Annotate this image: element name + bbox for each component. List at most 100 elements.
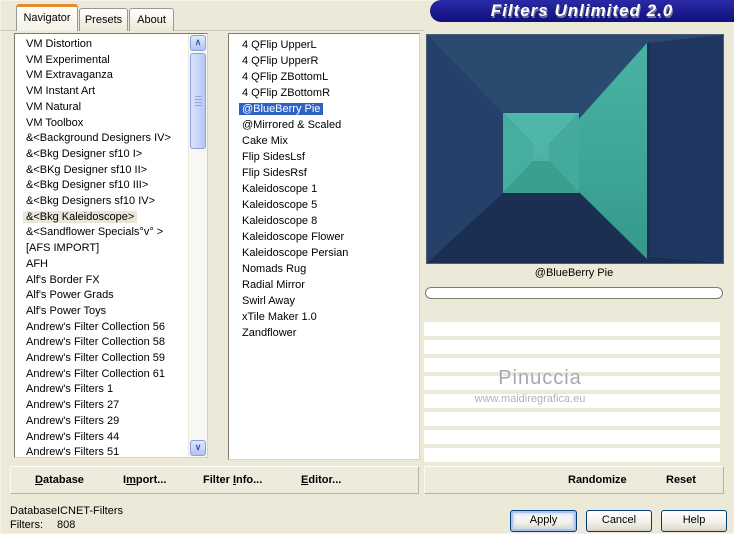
list-item[interactable]: VM Instant Art [23,84,207,100]
list-item[interactable]: xTile Maker 1.0 [239,309,419,325]
list-item[interactable]: Radial Mirror [239,277,419,293]
list-item[interactable]: Zandflower [239,325,419,341]
tab-label: About [137,14,166,26]
list-item-label: Zandflower [242,327,297,339]
chevron-down-icon: ∨ [194,442,202,452]
list-item-label: [AFS IMPORT] [26,242,100,255]
list-item[interactable]: Kaleidoscope 8 [239,213,419,229]
list-item[interactable]: [AFS IMPORT] [23,241,207,257]
list-item[interactable]: Nomads Rug [239,261,419,277]
list-item[interactable]: 4 QFlip UpperR [239,53,419,69]
list-item-label: Andrew's Filters 51 [26,446,120,458]
list-item[interactable]: &<Sandflower Specials°v° > [23,225,207,241]
scroll-down-button[interactable]: ∨ [190,440,206,456]
tab-presets[interactable]: Presets [79,8,128,31]
list-item[interactable]: Flip SidesLsf [239,149,419,165]
reset-button[interactable]: Reset [666,474,696,486]
list-item[interactable]: Swirl Away [239,293,419,309]
list-item-label: xTile Maker 1.0 [242,311,317,323]
list-item[interactable]: &<Bkg Designer sf10 I> [23,147,207,163]
status-database-value: ICNET-Filters [57,505,123,517]
list-item[interactable]: &<BKg Designer sf10 II> [23,163,207,179]
list-item[interactable]: Andrew's Filters 1 [23,382,207,398]
list-item[interactable]: &<Background Designers IV> [23,131,207,147]
import-button[interactable]: Import... [123,474,166,486]
tool-button-label: D [35,474,43,486]
scroll-up-button[interactable]: ∧ [190,35,206,51]
status-database: Database: ICNET-Filters [10,505,310,517]
list-item[interactable]: Flip SidesRsf [239,165,419,181]
apply-button[interactable]: Apply [510,510,577,532]
list-item[interactable]: Cake Mix [239,133,419,149]
list-item[interactable]: &<Bkg Designer sf10 III> [23,178,207,194]
list-item-label: Andrew's Filters 27 [26,399,120,412]
list-item[interactable]: Alf's Power Toys [23,304,207,320]
list-item[interactable]: AFH [23,257,207,273]
list-item-label: &<Background Designers IV> [26,132,171,145]
database-button[interactable]: Database [35,474,84,486]
list-item[interactable]: Andrew's Filter Collection 56 [23,320,207,336]
list-item-label: &<BKg Designer sf10 II> [26,163,148,176]
list-item[interactable]: Kaleidoscope Flower [239,229,419,245]
list-item-label: @BlueBerry Pie [239,103,324,115]
list-item[interactable]: @BlueBerry Pie [239,101,419,117]
list-item[interactable]: VM Toolbox [23,116,207,132]
list-item[interactable]: Andrew's Filters 29 [23,414,207,430]
help-button[interactable]: Help [661,510,727,532]
tool-button-label: Reset [666,474,696,486]
list-item[interactable]: Andrew's Filter Collection 61 [23,367,207,383]
list-item-label: Nomads Rug [242,263,307,275]
list-item[interactable]: VM Extravaganza [23,68,207,84]
filter-info-button[interactable]: Filter Info... [203,474,262,486]
tool-button-label: atabase [42,474,84,486]
list-item[interactable]: Andrew's Filters 44 [23,430,207,446]
list-item-label: &<Bkg Designer sf10 III> [26,179,149,192]
tab-label: Presets [84,14,123,26]
tab-about[interactable]: About [129,8,174,31]
toolbar-left: Database Import... Filter Info... Editor... [10,466,419,494]
list-item[interactable]: 4 QFlip ZBottomL [239,69,419,85]
chevron-up-icon: ∧ [194,37,202,47]
button-label: Cancel [601,514,637,526]
toolbar-right: Randomize Reset [424,466,724,494]
scroll-thumb[interactable] [190,53,206,149]
list-item-label: VM Experimental [26,53,110,66]
cancel-button[interactable]: Cancel [586,510,652,532]
scrollbar[interactable]: ∧ ∨ [188,34,207,457]
list-item[interactable]: Andrew's Filter Collection 59 [23,351,207,367]
list-item[interactable]: Andrew's Filters 27 [23,398,207,414]
filters-unlimited-dialog: { "window": { "title": "Filters Unlimite… [0,0,734,534]
list-item[interactable]: Kaleidoscope Persian [239,245,419,261]
list-item[interactable]: Kaleidoscope 1 [239,181,419,197]
preview-empty-row [424,340,720,354]
editor-button[interactable]: Editor... [301,474,341,486]
tab-navigator[interactable]: Navigator [16,4,78,31]
list-item[interactable]: &<Bkg Designers sf10 IV> [23,194,207,210]
preview-empty-row [424,430,720,444]
list-item-label: VM Instant Art [26,85,96,98]
list-item[interactable]: 4 QFlip UpperL [239,37,419,53]
list-item[interactable]: Kaleidoscope 5 [239,197,419,213]
list-item-label: Kaleidoscope 5 [242,199,318,211]
list-item[interactable]: Andrew's Filters 51 [23,445,207,458]
randomize-button[interactable]: Randomize [568,474,627,486]
list-item-label: Swirl Away [242,295,295,307]
list-item[interactable]: VM Natural [23,100,207,116]
list-item[interactable]: Alf's Border FX [23,273,207,289]
list-item-label: Andrew's Filters 29 [26,414,120,427]
status-filters-value: 808 [57,519,76,531]
list-item[interactable]: VM Experimental [23,53,207,69]
tool-button-label: ditor... [308,474,342,486]
list-item-label: Alf's Border FX [26,273,100,286]
list-item[interactable]: Alf's Power Grads [23,288,207,304]
title-banner: Filters Unlimited 2.0 [430,0,734,22]
preview-slider[interactable] [425,287,723,299]
list-item[interactable]: &<Bkg Kaleidoscope> [23,210,207,226]
preview-empty-row [424,448,720,462]
tool-button-label: nfo... [236,474,263,486]
list-item[interactable]: 4 QFlip ZBottomR [239,85,419,101]
list-item[interactable]: @Mirrored & Scaled [239,117,419,133]
status-filters-label: Filters: [10,519,43,531]
list-item[interactable]: VM Distortion [23,37,207,53]
list-item[interactable]: Andrew's Filter Collection 58 [23,335,207,351]
